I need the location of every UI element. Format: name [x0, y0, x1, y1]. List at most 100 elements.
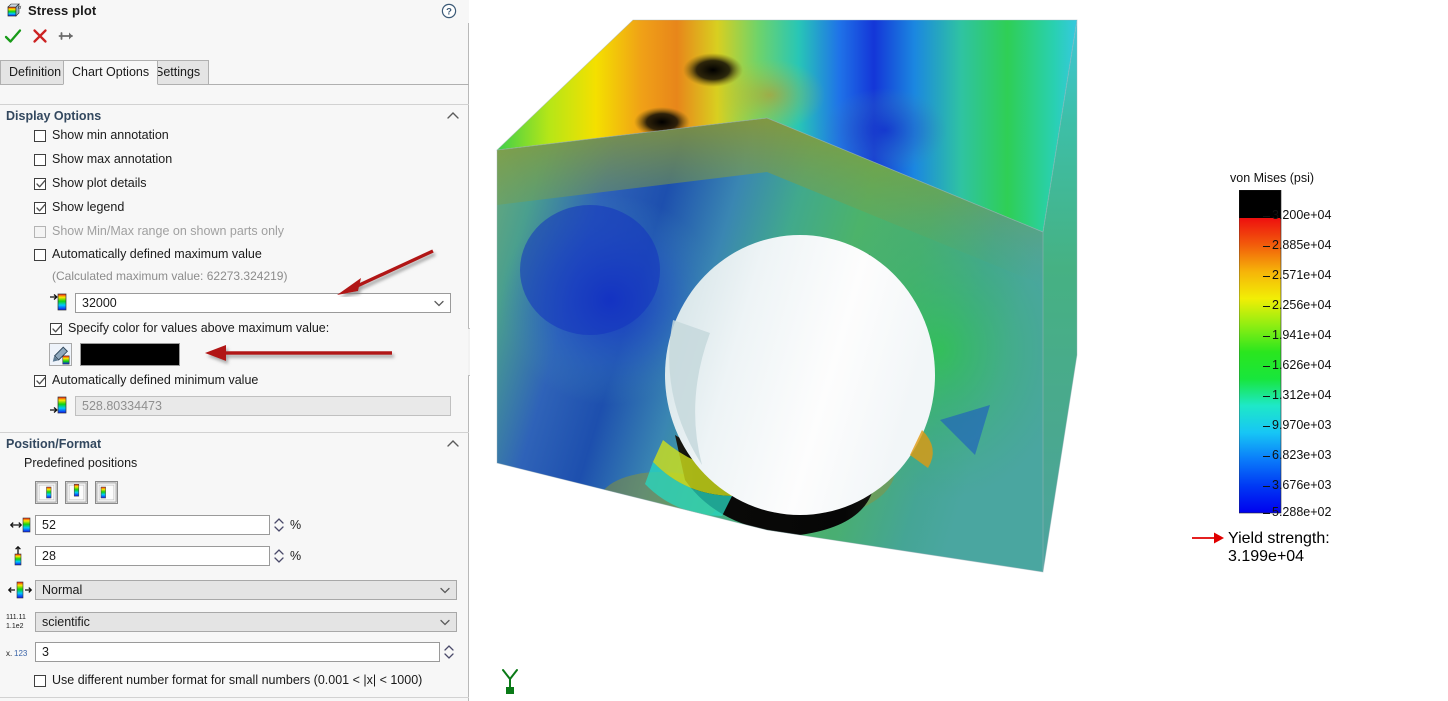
chevron-down-icon[interactable] [440, 587, 450, 594]
tab-bar: Definition Chart Options Settings [0, 60, 469, 85]
show-legend-label: Show legend [52, 200, 124, 214]
panel-title-bar: σ Stress plot ? [0, 0, 469, 23]
legend-tick [1263, 336, 1270, 337]
legend-tick [1263, 456, 1270, 457]
legend-tick [1263, 216, 1270, 217]
vertical-position-icon [10, 546, 32, 566]
svg-text:?: ? [446, 7, 452, 18]
legend-tick [1263, 276, 1270, 277]
section-divider-3 [0, 697, 469, 698]
svg-text:111.11: 111.11 [6, 614, 26, 621]
svg-text:σ: σ [18, 5, 22, 11]
specify-color-checkbox[interactable] [50, 323, 62, 335]
panel-action-bar [0, 24, 469, 49]
show-plot-details-label: Show plot details [52, 176, 147, 190]
show-minmax-range-checkbox [34, 226, 46, 238]
stress-plot-icon: σ [6, 3, 23, 20]
position-format-header[interactable]: Position/Format [0, 435, 469, 455]
horizontal-position-input[interactable]: 52 [35, 515, 270, 535]
vertical-position-unit: % [290, 549, 301, 563]
min-value-field: 528.80334473 [75, 396, 451, 416]
section-divider [0, 104, 469, 105]
legend-value-3: 2.256e+04 [1272, 298, 1331, 312]
max-color-bar-icon [49, 292, 69, 312]
chevron-down-icon[interactable] [434, 300, 444, 307]
vertical-position-input[interactable]: 28 [35, 546, 270, 566]
legend-value-7: 9.970e+03 [1272, 418, 1331, 432]
decimal-places-input[interactable]: 3 [35, 642, 440, 662]
tab-definition[interactable]: Definition [0, 60, 70, 85]
legend-width-value: Normal [42, 583, 82, 597]
legend-tick [1263, 366, 1270, 367]
min-color-bar-icon [49, 395, 69, 415]
small-numbers-checkbox[interactable] [34, 675, 46, 687]
legend-tick [1263, 486, 1270, 487]
legend-value-2: 2.571e+04 [1272, 268, 1331, 282]
svg-text:1.1e2: 1.1e2 [6, 623, 24, 630]
specify-color-label: Specify color for values above maximum v… [68, 321, 329, 335]
yield-strength-label: Yield strength: 3.199e+04 [1228, 530, 1370, 566]
page-title: Stress plot [28, 3, 96, 18]
show-min-annotation-checkbox[interactable] [34, 130, 46, 142]
predefined-positions-label: Predefined positions [24, 456, 137, 470]
legend-value-0: 3.200e+04 [1272, 208, 1331, 222]
legend-value-8: 6.823e+03 [1272, 448, 1331, 462]
legend-value-1: 2.885e+04 [1272, 238, 1331, 252]
number-format-combo[interactable]: scientific [35, 612, 457, 632]
display-options-header[interactable]: Display Options [0, 107, 469, 127]
chevron-up-icon[interactable] [447, 439, 459, 448]
color-legend: von Mises (psi) [1190, 165, 1370, 560]
legend-position-right-button[interactable] [95, 481, 118, 504]
legend-tick [1263, 306, 1270, 307]
decimal-places-icon: x. 123 [5, 643, 33, 663]
property-manager-panel: σ Stress plot ? Definition [0, 0, 469, 701]
show-max-annotation-label: Show max annotation [52, 152, 172, 166]
eyedropper-icon[interactable] [49, 343, 72, 366]
small-numbers-label: Use different number format for small nu… [52, 673, 422, 687]
auto-min-value-checkbox[interactable] [34, 375, 46, 387]
legend-width-icon [8, 580, 32, 600]
stress-plot-model[interactable] [470, 0, 1170, 600]
horizontal-position-icon [10, 515, 32, 535]
calculated-max-note: (Calculated maximum value: 62273.324219) [52, 269, 287, 283]
legend-value-4: 1.941e+04 [1272, 328, 1331, 342]
legend-tick [1263, 396, 1270, 397]
show-max-annotation-checkbox[interactable] [34, 154, 46, 166]
vertical-position-stepper[interactable] [272, 546, 286, 566]
number-format-value: scientific [42, 615, 90, 629]
chevron-up-icon[interactable] [447, 111, 459, 120]
model-hole [665, 235, 935, 515]
auto-max-value-checkbox[interactable] [34, 249, 46, 261]
legend-width-combo[interactable]: Normal [35, 580, 457, 600]
legend-value-9: 3.676e+03 [1272, 478, 1331, 492]
help-question-icon[interactable]: ? [441, 3, 457, 19]
horizontal-position-unit: % [290, 518, 301, 532]
show-legend-checkbox[interactable] [34, 202, 46, 214]
legend-title: von Mises (psi) [1230, 171, 1314, 185]
legend-position-left-button[interactable] [35, 481, 58, 504]
horizontal-position-stepper[interactable] [272, 515, 286, 535]
show-min-annotation-label: Show min annotation [52, 128, 169, 142]
legend-value-5: 1.626e+04 [1272, 358, 1331, 372]
max-value-combo[interactable]: 32000 [75, 293, 451, 313]
number-format-icon: 111.11 1.1e2 [5, 611, 33, 631]
cancel-x-button[interactable] [30, 26, 50, 46]
position-format-title: Position/Format [6, 437, 101, 451]
legend-tick [1263, 426, 1270, 427]
above-max-color-swatch[interactable] [80, 343, 180, 366]
legend-tick [1263, 513, 1270, 514]
chevron-down-icon[interactable] [440, 619, 450, 626]
auto-min-value-label: Automatically defined minimum value [52, 373, 258, 387]
display-options-title: Display Options [6, 109, 101, 123]
tab-chart-options[interactable]: Chart Options [63, 60, 158, 85]
max-value-text: 32000 [82, 296, 117, 310]
show-plot-details-checkbox[interactable] [34, 178, 46, 190]
svg-text:123: 123 [14, 649, 28, 658]
svg-text:x.: x. [6, 649, 12, 658]
y-axis-triad-icon [496, 665, 524, 697]
legend-position-top-button[interactable] [65, 481, 88, 504]
pin-button[interactable] [56, 26, 76, 46]
ok-checkmark-button[interactable] [3, 26, 23, 46]
decimal-places-stepper[interactable] [442, 642, 456, 662]
section-divider-2 [0, 432, 469, 433]
